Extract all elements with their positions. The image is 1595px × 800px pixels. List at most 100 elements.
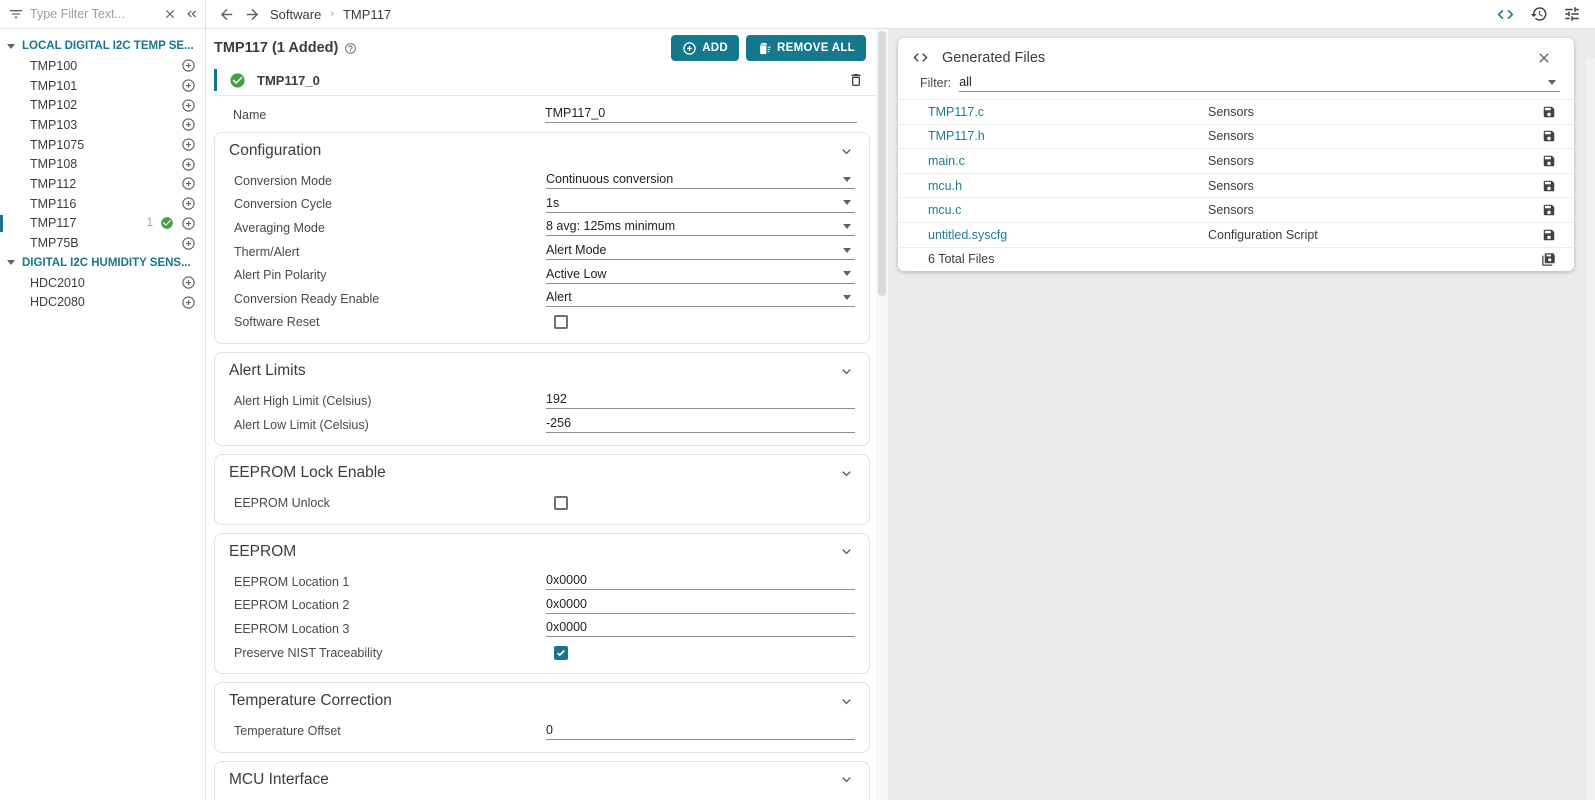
help-icon[interactable] — [344, 42, 357, 55]
field-checkbox[interactable] — [554, 496, 568, 510]
generated-file-row: main.c Sensors — [898, 148, 1574, 173]
field-checkbox[interactable] — [554, 646, 568, 660]
sidebar-item[interactable]: TMP103 — [0, 115, 205, 135]
save-file-icon[interactable] — [1542, 203, 1556, 217]
save-file-icon[interactable] — [1542, 129, 1556, 143]
remove-all-button-label: REMOVE ALL — [777, 42, 855, 54]
delete-instance-icon[interactable] — [848, 72, 864, 88]
field-select[interactable]: Alert — [546, 290, 855, 307]
field-select[interactable]: Continuous conversion — [546, 172, 855, 189]
sidebar-item[interactable]: HDC2080 — [0, 293, 205, 313]
add-button[interactable]: ADD — [671, 35, 739, 61]
section-collapse-icon[interactable] — [838, 771, 855, 788]
add-instance-icon[interactable] — [181, 157, 196, 172]
sidebar-item[interactable]: TMP108 — [0, 154, 205, 174]
field-row: Alert Low Limit (Celsius) -256 — [215, 413, 869, 437]
field-label: Conversion Ready Enable — [234, 292, 546, 306]
add-instance-icon[interactable] — [181, 216, 196, 231]
module-title-text: TMP117 (1 Added) — [214, 40, 338, 56]
add-instance-icon[interactable] — [181, 98, 196, 113]
add-instance-icon[interactable] — [181, 176, 196, 191]
page-scrollbar[interactable] — [1586, 58, 1595, 800]
breadcrumb-software[interactable]: Software — [270, 7, 321, 22]
add-instance-icon[interactable] — [181, 117, 196, 132]
group-label: LOCAL DIGITAL I2C TEMP SE... — [22, 40, 194, 52]
sidebar-item-label: TMP103 — [30, 118, 181, 132]
collapse-sidebar-icon[interactable] — [183, 6, 199, 22]
field-input[interactable]: 0 — [546, 723, 855, 740]
save-file-icon[interactable] — [1542, 154, 1556, 168]
sidebar-item-label: HDC2010 — [30, 276, 181, 290]
save-file-icon[interactable] — [1542, 105, 1556, 119]
field-label: Conversion Mode — [234, 174, 546, 188]
code-view-icon[interactable] — [1496, 5, 1515, 24]
field-select[interactable]: Active Low — [546, 267, 855, 284]
sidebar-item[interactable]: HDC2010 — [0, 273, 205, 293]
add-instance-icon[interactable] — [181, 137, 196, 152]
field-select[interactable]: 1s — [546, 196, 855, 213]
filter-input[interactable] — [30, 7, 157, 21]
field-input[interactable]: 0x0000 — [546, 620, 855, 637]
field-label: Software Reset — [234, 315, 546, 329]
file-link[interactable]: mcu.h — [928, 179, 1208, 193]
save-all-files-icon[interactable] — [1541, 252, 1556, 267]
sensor-group-header[interactable]: DIGITAL I2C HUMIDITY SENS... — [0, 253, 205, 273]
section-collapse-icon[interactable] — [838, 693, 855, 710]
sidebar-item[interactable]: TMP101 — [0, 76, 205, 96]
file-filter-select[interactable]: all — [959, 75, 1560, 92]
sidebar-item[interactable]: TMP112 — [0, 174, 205, 194]
back-icon[interactable] — [218, 6, 235, 23]
name-input[interactable]: TMP117_0 — [545, 106, 857, 123]
forward-icon[interactable] — [244, 6, 261, 23]
sidebar-item[interactable]: TMP100 — [0, 56, 205, 76]
generated-file-row: TMP117.c Sensors — [898, 99, 1574, 124]
add-instance-icon[interactable] — [181, 78, 196, 93]
field-input-value: -256 — [546, 416, 571, 430]
field-checkbox[interactable] — [554, 315, 568, 329]
right-region: Generated Files Filter: all TMP117.c Sen… — [888, 29, 1595, 800]
instance-card-header[interactable]: TMP117_0 — [214, 65, 876, 96]
field-row: EEPROM Location 3 0x0000 — [215, 617, 869, 641]
file-link[interactable]: mcu.c — [928, 203, 1208, 217]
file-link[interactable]: untitled.syscfg — [928, 228, 1208, 242]
sensor-group: DIGITAL I2C HUMIDITY SENS... HDC2010 HDC… — [0, 253, 205, 312]
remove-all-button[interactable]: REMOVE ALL — [746, 35, 866, 61]
field-input[interactable]: 0x0000 — [546, 573, 855, 590]
main-scrollbar-thumb[interactable] — [878, 31, 886, 296]
section-collapse-icon[interactable] — [838, 363, 855, 380]
field-input[interactable]: -256 — [546, 416, 855, 433]
sidebar-item[interactable]: TMP116 — [0, 194, 205, 214]
file-link[interactable]: TMP117.c — [928, 105, 1208, 119]
file-category: Sensors — [1208, 203, 1542, 217]
field-input[interactable]: 192 — [546, 392, 855, 409]
instance-accent-bar — [214, 69, 217, 91]
field-select[interactable]: 8 avg: 125ms minimum — [546, 219, 855, 236]
section-collapse-icon[interactable] — [838, 465, 855, 482]
history-icon[interactable] — [1530, 5, 1548, 23]
field-select[interactable]: Alert Mode — [546, 243, 855, 260]
sidebar-item[interactable]: TMP1075 — [0, 135, 205, 155]
sensor-group-header[interactable]: LOCAL DIGITAL I2C TEMP SE... — [0, 36, 205, 56]
add-instance-icon[interactable] — [181, 295, 196, 310]
clear-filter-icon[interactable] — [163, 7, 177, 21]
sidebar-item[interactable]: TMP117 1 — [0, 214, 205, 234]
section-collapse-icon[interactable] — [838, 143, 855, 160]
add-instance-icon[interactable] — [181, 275, 196, 290]
sidebar-item[interactable]: TMP75B — [0, 233, 205, 253]
add-instance-icon[interactable] — [181, 58, 196, 73]
add-instance-icon[interactable] — [181, 196, 196, 211]
field-input[interactable]: 0x0000 — [546, 597, 855, 614]
file-link[interactable]: TMP117.h — [928, 129, 1208, 143]
save-file-icon[interactable] — [1542, 228, 1556, 242]
group-collapse-icon — [7, 44, 15, 49]
save-file-icon[interactable] — [1542, 179, 1556, 193]
main-scrollbar[interactable] — [876, 29, 888, 800]
sidebar-item[interactable]: TMP102 — [0, 95, 205, 115]
section-collapse-icon[interactable] — [838, 543, 855, 560]
field-row: Alert Pin Polarity Active Low — [215, 263, 869, 287]
file-link[interactable]: main.c — [928, 154, 1208, 168]
sidebar-item-label: TMP108 — [30, 157, 181, 171]
add-instance-icon[interactable] — [181, 236, 196, 251]
preferences-icon[interactable] — [1563, 5, 1581, 23]
close-icon[interactable] — [1536, 50, 1552, 66]
